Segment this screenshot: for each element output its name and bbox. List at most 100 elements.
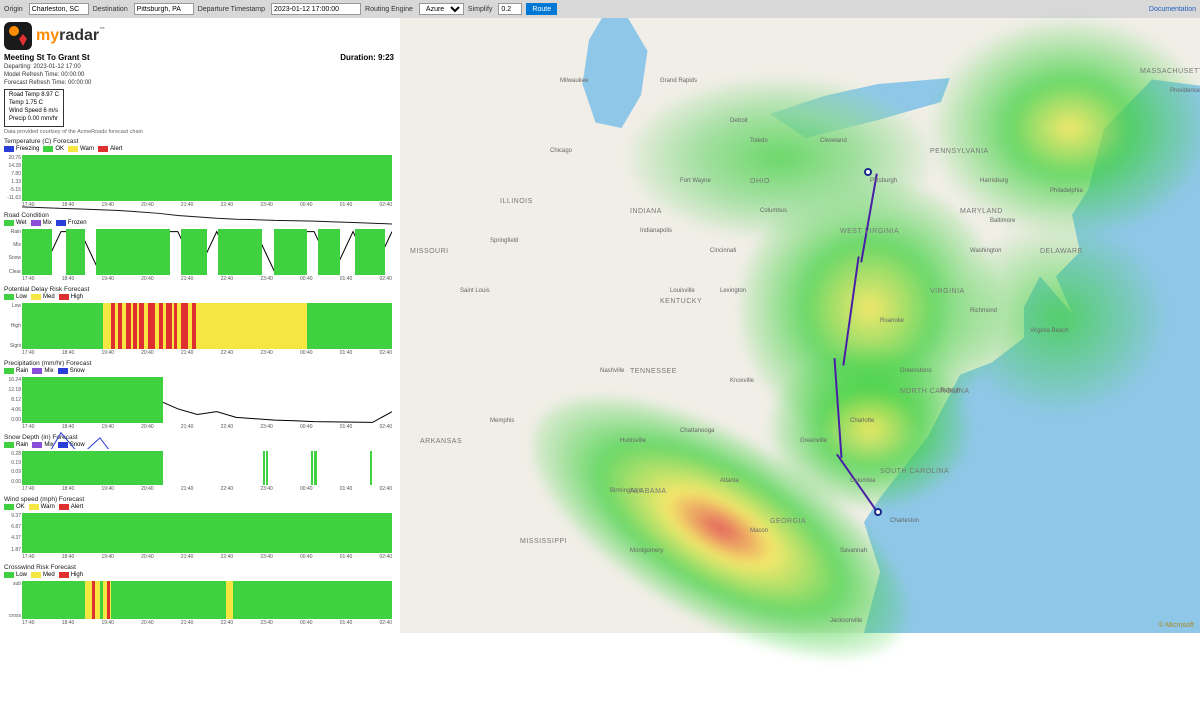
city-label: Fort Wayne [680,178,711,184]
trip-model-refresh: Model Refresh Time: 00:00:00 [4,72,394,80]
temperature-section: Temperature (C) Forecast Freezing OK Warn A… [4,138,394,209]
data-footnote: Data provided courtsey of the AcmeRoads … [4,129,394,135]
city-label: Memphis [490,418,514,424]
documentation-link[interactable]: Documentation [1149,6,1196,13]
simplify-input[interactable] [498,3,522,15]
radar-blob [770,348,970,508]
engine-select[interactable]: Azure [419,3,464,15]
departure-label: Departure Timestamp [198,6,265,13]
state-label: VIRGINIA [930,288,965,295]
wind-section: Wind speed (mph) Forecast OKWarnAlert 9.… [4,496,394,561]
temp-title: Temperature (C) Forecast [4,138,394,145]
state-label: DELAWARE [1040,248,1083,255]
marker-origin[interactable] [874,508,882,516]
snow-chart[interactable]: 0.280.190.090.00 17:4018:4019:4020:4021:… [4,449,394,493]
wind-title: Wind speed (mph) Forecast [4,496,394,503]
departure-input[interactable] [271,3,361,15]
city-label: Virginia Beach [1030,328,1069,334]
legend-item: Med [31,572,55,578]
crosswind-section: Crosswind Risk Forecast LowMedHigh subcr… [4,564,394,627]
radar-blob [930,18,1200,238]
legend-item: Alert [59,504,83,510]
precip-chart[interactable]: 16.2412.188.124.060.00 17:4018:4019:4020… [4,375,394,431]
precip-section: Precipitation (mm/hr) Forecast RainMixSn… [4,360,394,431]
cond-row: Precip 0.00 mm/hr [9,116,59,124]
city-label: Pittsburgh [870,178,897,184]
precip-legend: RainMixSnow [4,368,394,374]
city-label: Savannah [840,548,867,554]
legend-item: Low [4,572,27,578]
wind-chart[interactable]: 9.376.874.371.87 17:4018:4019:4020:4021:… [4,511,394,561]
city-label: Providence [1170,88,1200,94]
city-label: Richmond [970,308,997,314]
legend-item: High [59,294,83,300]
road-chart[interactable]: RainMixSnowClear 17:4018:4019:4020:4021:… [4,227,394,283]
state-label: PENNSYLVANIA [930,148,989,155]
state-label: MASSACHUSETTS [1140,68,1200,75]
cond-row: Road Temp 8.97 C [9,92,59,100]
destination-input[interactable] [134,3,194,15]
city-label: Philadelphia [1050,188,1083,194]
city-label: Huntsville [620,438,646,444]
legend-item: Mix [32,368,53,374]
city-label: Charleston [890,518,919,524]
city-label: Cincinnati [710,248,736,254]
city-label: Indianapolis [640,228,672,234]
destination-label: Destination [93,6,128,13]
state-label: ARKANSAS [420,438,462,445]
temperature-chart[interactable]: 20.7614.287.801.33-5.15-11.63 17:4018:40… [4,153,394,209]
origin-label: Origin [4,6,23,13]
city-label: Columbia [850,478,875,484]
marker-destination[interactable] [864,168,872,176]
logo-my: my [36,27,59,44]
trip-fcst-refresh: Forecast Refresh Time: 00:00:00 [4,80,394,88]
precip-title: Precipitation (mm/hr) Forecast [4,360,394,367]
city-label: Harrisburg [980,178,1008,184]
legend-item: Alert [98,146,122,152]
trip-title: Meeting St To Grant St [4,53,90,62]
simplify-label: Simplify [468,6,493,13]
city-label: Springfield [490,238,518,244]
city-label: Saint Louis [460,288,490,294]
delay-chart[interactable]: LowHighSigni 17:4018:4019:4020:4021:4022… [4,301,394,357]
trip-departing: Departing: 2023-01-12 17:00 [4,64,394,72]
current-conditions-box: Road Temp 8.97 C Temp 1.75 C Wind Speed … [4,89,64,126]
cond-row: Temp 1.75 C [9,100,59,108]
map[interactable]: ILLINOISINDIANAOHIOWEST VIRGINIAVIRGINIA… [400,18,1200,633]
legend-item: Freezing [4,146,39,152]
route-button[interactable]: Route [526,3,557,15]
city-label: Greenville [800,438,827,444]
engine-label: Routing Engine [365,6,413,13]
logo-radar: radar [59,27,99,44]
top-toolbar: Origin Destination Departure Timestamp R… [0,0,1200,18]
city-label: Knoxville [730,378,754,384]
map-credit: © Microsoft [1159,622,1195,629]
city-label: Lexington [720,288,746,294]
origin-input[interactable] [29,3,89,15]
crosswind-title: Crosswind Risk Forecast [4,564,394,571]
legend-item: OK [43,146,64,152]
city-label: Macon [750,528,768,534]
city-label: Baltimore [990,218,1015,224]
city-label: Roanoke [880,318,904,324]
delay-section: Potential Delay Risk Forecast LowMedHigh… [4,286,394,357]
crosswind-chart[interactable]: subcross 17:4018:4019:4020:4021:4022:402… [4,579,394,627]
legend-item: Med [31,294,55,300]
city-label: Toledo [750,138,768,144]
state-label: INDIANA [630,208,662,215]
city-label: Washington [970,248,1001,254]
legend-item: Warn [68,146,94,152]
delay-legend: LowMedHigh [4,294,394,300]
state-label: KENTUCKY [660,298,702,305]
forecast-panel: myradar™ Meeting St To Grant St Duration… [0,18,400,633]
city-label: Cleveland [820,138,847,144]
trip-duration: Duration: 9:23 [340,53,394,62]
city-label: Columbus [760,208,787,214]
city-label: Jacksonville [830,618,862,624]
city-label: Detroit [730,118,748,124]
logo: myradar™ [4,22,394,50]
state-label: TENNESSEE [630,368,677,375]
crosswind-legend: LowMedHigh [4,572,394,578]
city-label: Charlotte [850,418,874,424]
legend-item: Warn [29,504,55,510]
